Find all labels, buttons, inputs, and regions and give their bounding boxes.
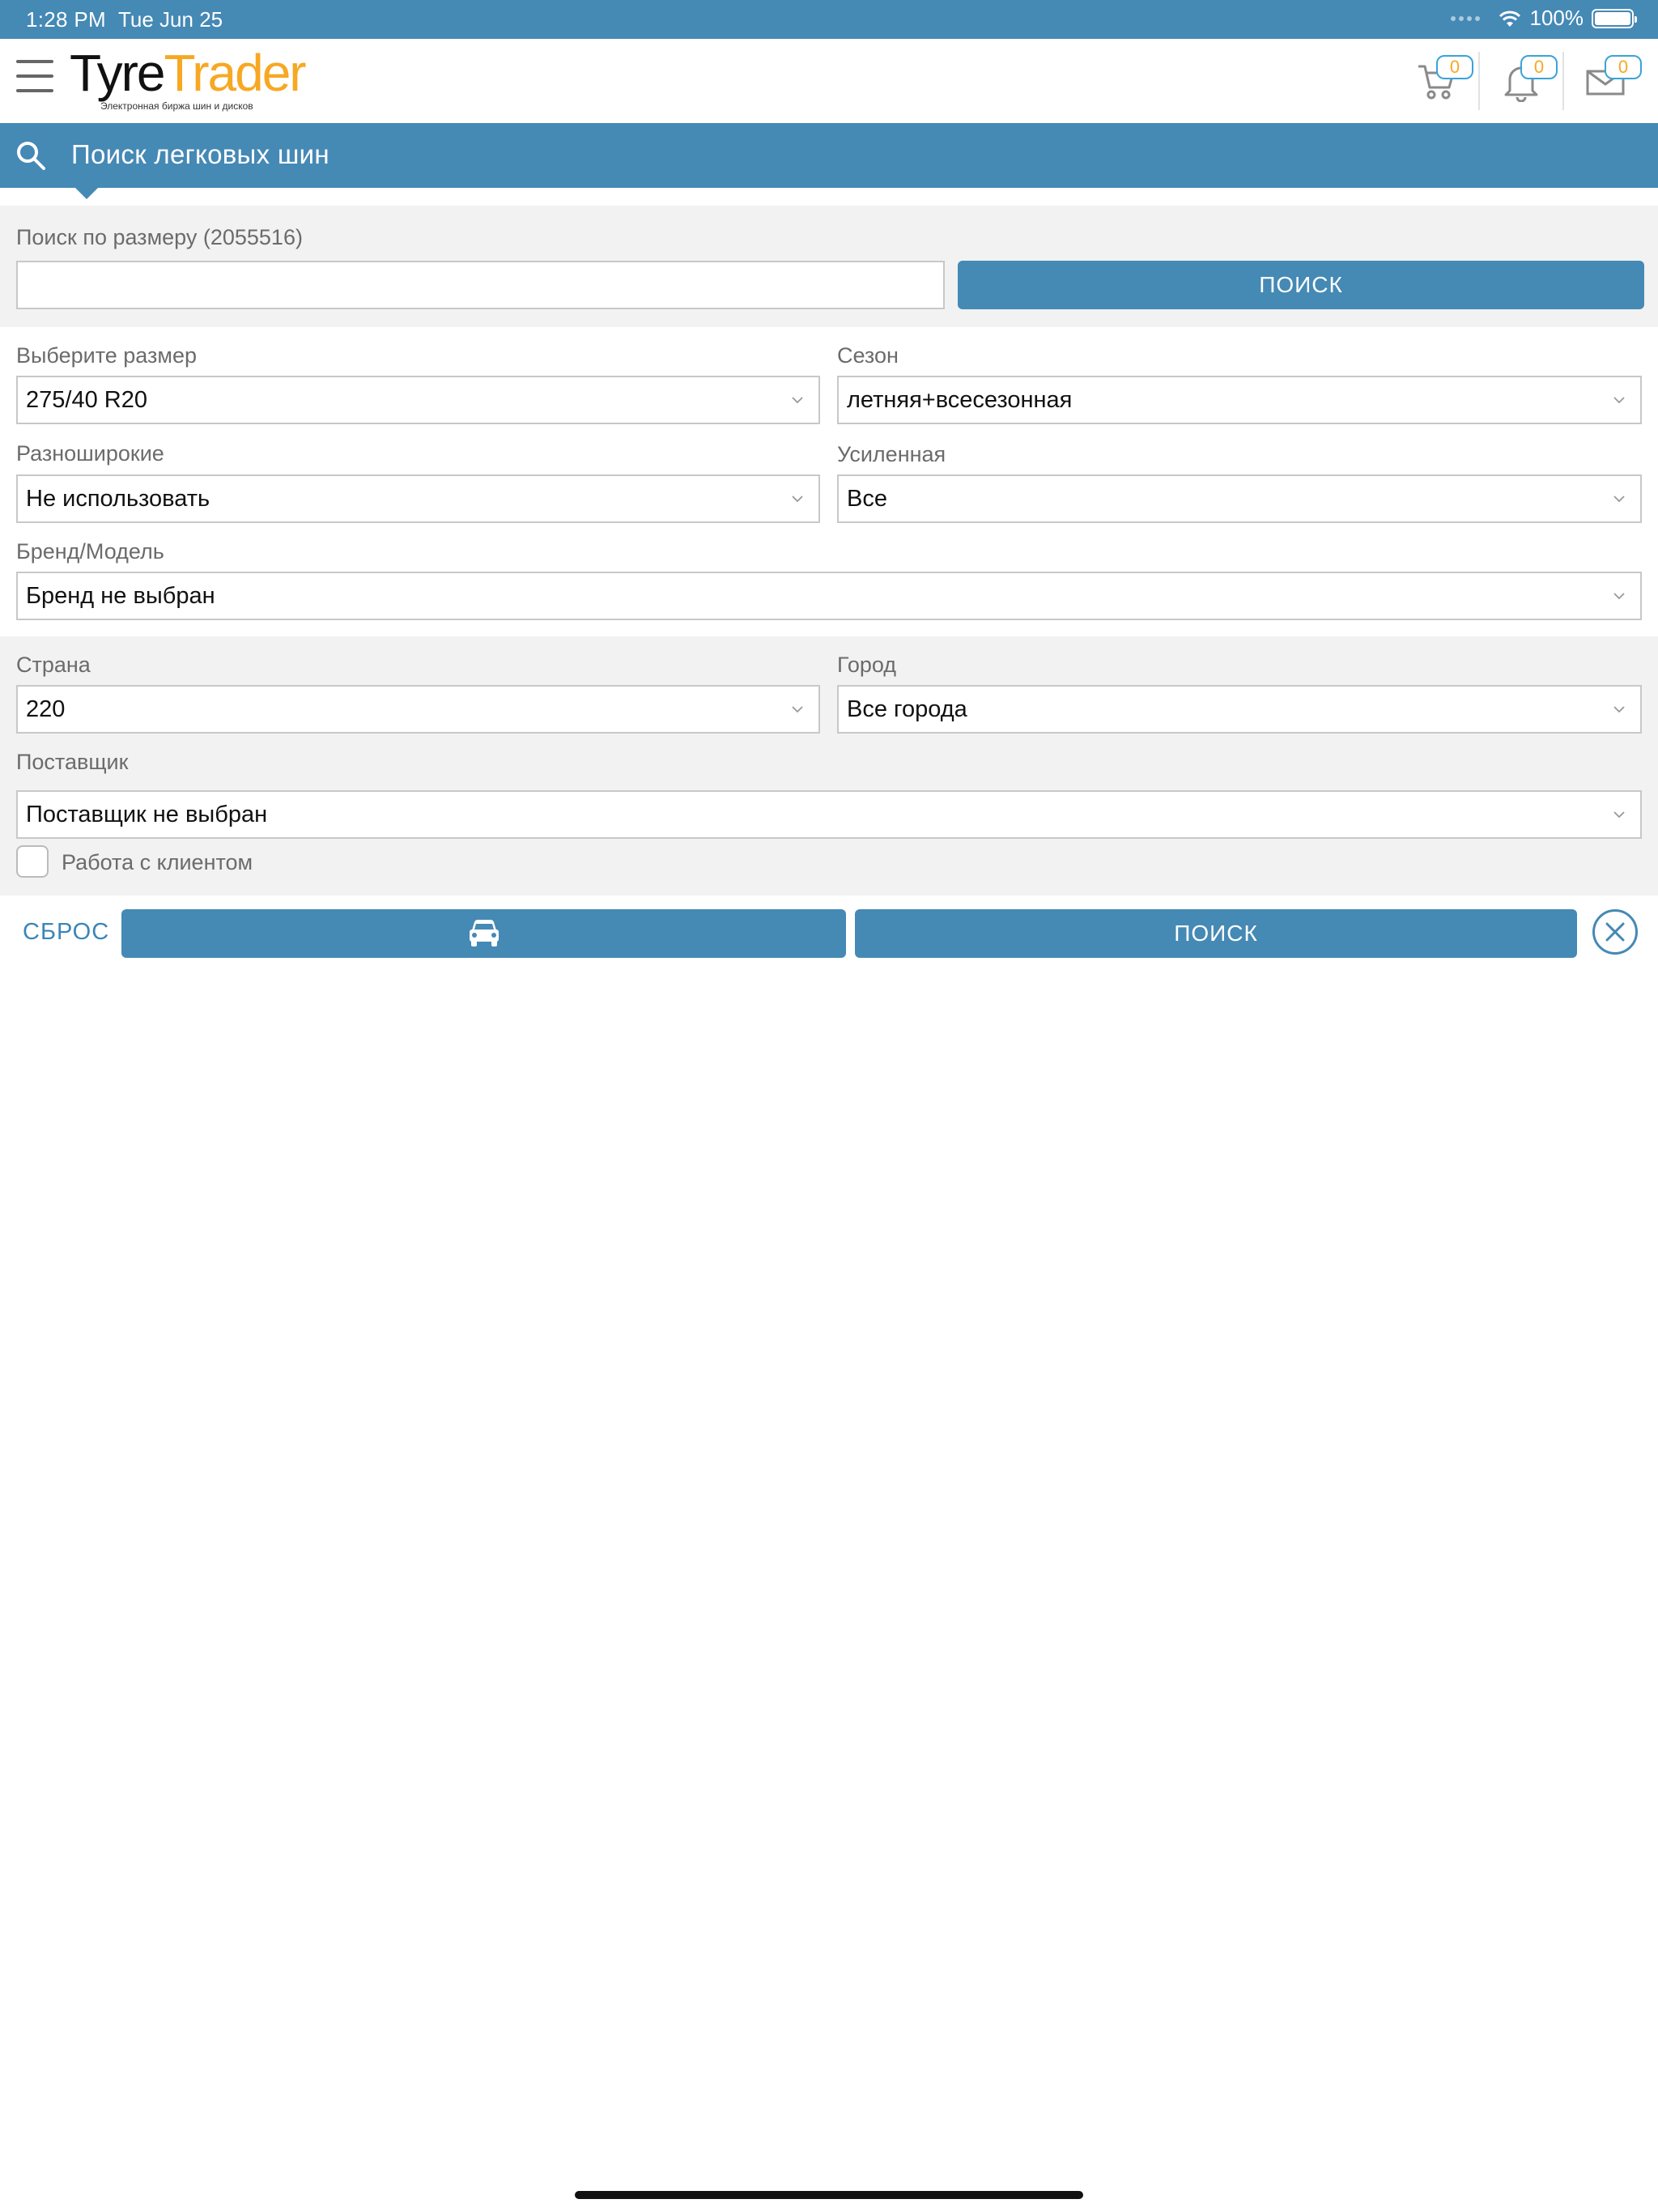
city-label: Город [837, 653, 897, 677]
country-value: 220 [26, 696, 66, 722]
supplier-label: Поставщик [16, 750, 129, 774]
season-label: Сезон [837, 343, 899, 368]
messages-button[interactable]: 0 [1562, 52, 1647, 110]
size-label: Выберите размер [16, 343, 197, 368]
supplier-value: Поставщик не выбран [26, 801, 268, 827]
car-icon [469, 920, 499, 946]
chevron-down-icon [1613, 397, 1625, 404]
size-search-button[interactable]: ПОИСК [958, 261, 1644, 309]
cart-button[interactable]: 0 [1394, 52, 1478, 110]
reset-button[interactable]: СБРОС [23, 919, 109, 946]
battery-percent: 100% [1529, 6, 1584, 30]
cart-badge: 0 [1436, 55, 1473, 79]
search-button[interactable]: ПОИСК [855, 909, 1577, 958]
country-label: Страна [16, 653, 91, 677]
reinforced-value: Все [847, 485, 887, 512]
close-button[interactable] [1592, 909, 1638, 955]
page-title: Поиск легковых шин [71, 139, 329, 169]
staggered-select[interactable]: Не использовать [16, 474, 820, 523]
car-select-button[interactable] [121, 909, 846, 958]
city-value: Все города [847, 696, 967, 722]
client-work-checkbox[interactable] [16, 845, 49, 878]
status-time: 1:28 PM [26, 7, 106, 32]
search-icon[interactable] [15, 139, 47, 172]
supplier-select[interactable]: Поставщик не выбран [16, 790, 1642, 839]
size-search-button-label: ПОИСК [1259, 272, 1343, 297]
messages-badge: 0 [1605, 55, 1642, 79]
status-bar: 1:28 PM Tue Jun 25 100% [0, 0, 1658, 39]
season-select[interactable]: летняя+всесезонная [837, 376, 1642, 424]
wifi-icon [1499, 11, 1520, 27]
size-search-input[interactable] [16, 261, 945, 309]
chevron-down-icon [1613, 811, 1625, 819]
chevron-down-icon [1613, 496, 1625, 503]
logo-tyre: Tyre [70, 44, 165, 102]
size-search-label: Поиск по размеру (2055516) [16, 225, 303, 249]
header-icons: 0 0 0 [1394, 52, 1647, 110]
size-select[interactable]: 275/40 R20 [16, 376, 820, 424]
title-caret [74, 186, 100, 199]
battery-icon [1592, 8, 1637, 28]
chevron-down-icon [1613, 706, 1625, 713]
city-select[interactable]: Все города [837, 685, 1642, 734]
logo-tagline: Электронная биржа шин и дисков [100, 100, 253, 112]
chevron-down-icon [792, 397, 803, 404]
brand-label: Бренд/Модель [16, 539, 164, 564]
size-value: 275/40 R20 [26, 386, 147, 413]
season-value: летняя+всесезонная [847, 386, 1073, 413]
chevron-down-icon [792, 706, 803, 713]
home-indicator [575, 2191, 1083, 2199]
size-search-section: Поиск по размеру (2055516) ПОИСК [0, 206, 1658, 327]
brand-select[interactable]: Бренд не выбран [16, 572, 1642, 620]
chevron-down-icon [1613, 593, 1625, 600]
country-select[interactable]: 220 [16, 685, 820, 734]
menu-icon[interactable] [16, 60, 53, 94]
logo-trader: Trader [164, 44, 306, 102]
notifications-badge: 0 [1520, 55, 1558, 79]
staggered-value: Не использовать [26, 485, 210, 512]
search-button-label: ПОИСК [1174, 921, 1258, 946]
status-date: Tue Jun 25 [118, 7, 223, 32]
page-titlebar: Поиск легковых шин [0, 123, 1658, 199]
reinforced-label: Усиленная [837, 442, 946, 466]
client-work-label: Работа с клиентом [62, 850, 253, 874]
reinforced-select[interactable]: Все [837, 474, 1642, 523]
logo[interactable]: TyreTrader Электронная биржа шин и диско… [70, 44, 307, 112]
status-right: 100% [1450, 6, 1637, 31]
brand-value: Бренд не выбран [26, 582, 215, 609]
close-icon [1605, 922, 1625, 942]
notifications-button[interactable]: 0 [1478, 52, 1562, 110]
app-header: TyreTrader Электронная биржа шин и диско… [0, 39, 1658, 123]
chevron-down-icon [792, 496, 803, 503]
staggered-label: Разноширокие [16, 441, 164, 466]
signal-icon [1450, 15, 1480, 21]
